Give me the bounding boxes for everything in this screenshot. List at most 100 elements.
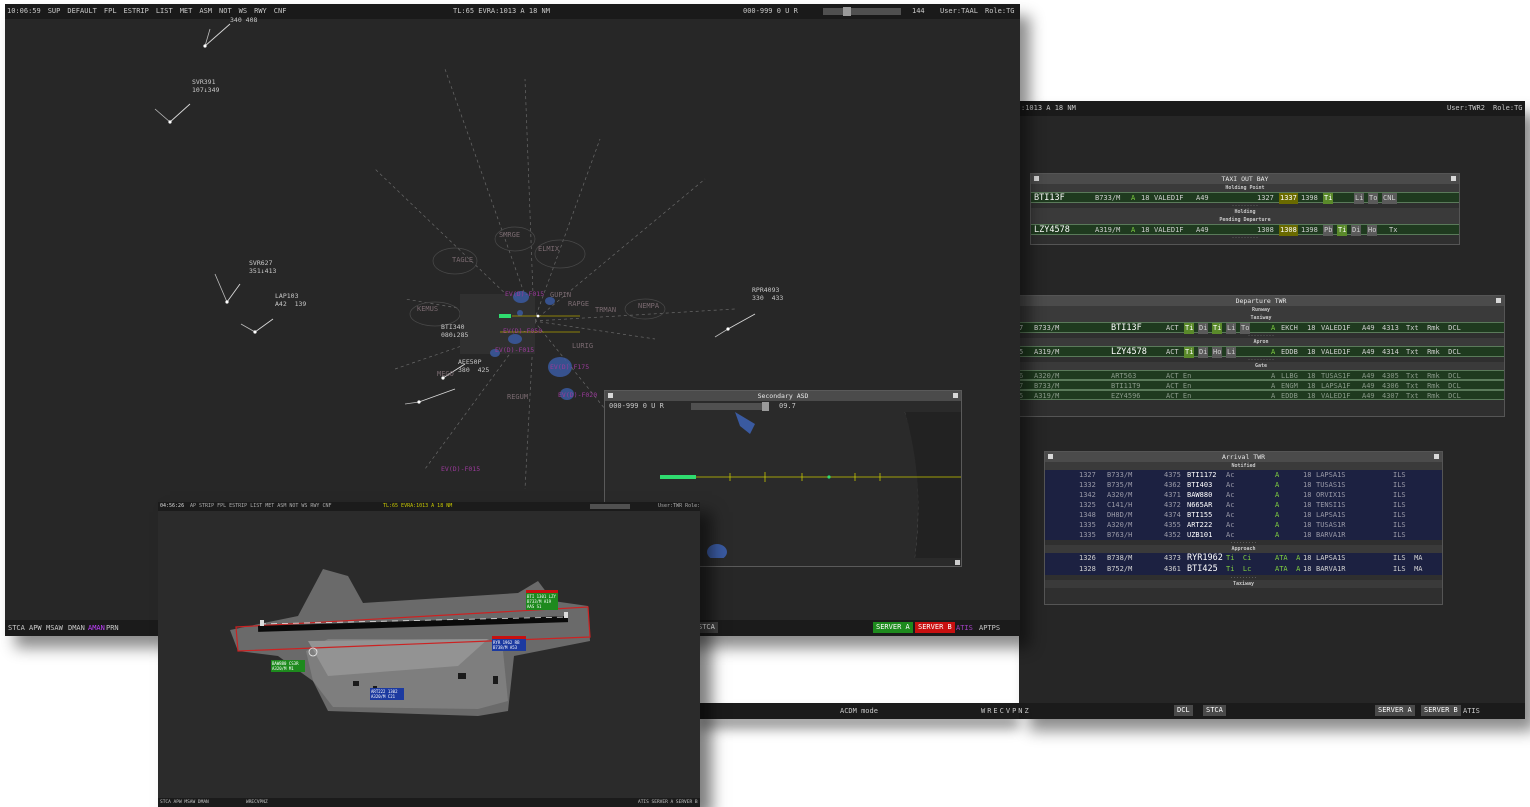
track-label[interactable]: LAP103 A42 139 xyxy=(275,292,306,308)
arrival-twr-header[interactable]: Arrival TWR xyxy=(1045,452,1442,462)
departure-twr-header[interactable]: Departure TWR xyxy=(1019,296,1504,306)
departure-row[interactable]: 7 B733/M BTI11T9 ACT En A ENGM 18 LAPSA1… xyxy=(1019,380,1504,390)
dman-label[interactable]: DMAN xyxy=(68,620,85,636)
aircraft-label-blue[interactable]: RYR 1962 RB B738/M A53 xyxy=(492,636,526,651)
msaw-label[interactable]: MSAW xyxy=(46,620,63,636)
callsign[interactable]: BTI155 xyxy=(1187,510,1212,520)
departure-row[interactable]: 7 B733/M BTI13F ACT Ti Di Ti Li To A EKC… xyxy=(1019,322,1504,334)
track-label[interactable]: BTI340 080↓285 xyxy=(441,323,468,339)
chip[interactable]: Tx xyxy=(1389,225,1397,236)
menu-estrip[interactable]: ESTRIP xyxy=(124,7,149,15)
menu-ws[interactable]: WS xyxy=(239,7,247,15)
arrival-row[interactable]: 1325 C141/H 4372 N665AR Ac A 18 TENSI1S ILS xyxy=(1045,500,1442,510)
panel-close-icon[interactable] xyxy=(1451,176,1456,181)
chip[interactable]: Di xyxy=(1198,347,1209,358)
status[interactable]: Ac xyxy=(1226,500,1234,510)
departure-row[interactable]: 5 A319/M EZY4596 ACT En A EDDB 18 VALED1… xyxy=(1019,390,1504,400)
arrival-row[interactable]: 1332 B735/M 4362 BTI403 Ac A 18 TUSAS1S ILS xyxy=(1045,480,1442,490)
callsign[interactable]: ART222 xyxy=(1187,520,1212,530)
server-b-button[interactable]: SERVER B xyxy=(1421,705,1461,716)
status[interactable]: Ti Lc xyxy=(1226,564,1251,575)
chip[interactable]: Pb xyxy=(1323,225,1334,236)
callsign[interactable]: UZB101 xyxy=(1187,530,1212,540)
departure-row[interactable]: 5 A319/M LZY4578 ACT Ti Di Ho Li A EDDB … xyxy=(1019,346,1504,358)
departure-row[interactable]: 6 A320/M ART563 ACT En A LLBG 18 TUSAS1F… xyxy=(1019,370,1504,380)
callsign[interactable]: BTI13F xyxy=(1034,193,1065,204)
taxi-out-bay-header[interactable]: TAXI OUT BAY xyxy=(1031,174,1459,184)
chip[interactable]: Di xyxy=(1198,323,1209,334)
callsign[interactable]: BTI1172 xyxy=(1187,470,1217,480)
chip[interactable]: Ti xyxy=(1184,323,1195,334)
track-label[interactable]: RPR4093 330 433 xyxy=(752,286,783,302)
apw-label[interactable]: APW xyxy=(29,620,42,636)
callsign[interactable]: BTI403 xyxy=(1187,480,1212,490)
callsign[interactable]: LZY4578 xyxy=(1034,225,1070,236)
arrival-row[interactable]: 1348 DH8D/M 4374 BTI155 Ac A 18 LAPSA1S ILS xyxy=(1045,510,1442,520)
menu-rwy[interactable]: RWY xyxy=(254,7,267,15)
menu-default[interactable]: DEFAULT xyxy=(67,7,97,15)
secondary-alt-filter[interactable]: 000-999 0 U R xyxy=(609,401,664,412)
panel-menu-icon[interactable] xyxy=(1048,454,1053,459)
panel-close-icon[interactable] xyxy=(1496,298,1501,303)
airport-bottom-left[interactable]: STCA APW MSAW DMAN xyxy=(160,798,209,807)
status[interactable]: Ac xyxy=(1226,470,1234,480)
airport-bottom-right[interactable]: ATIS SERVER A SERVER B xyxy=(638,798,698,807)
track-label[interactable]: SVR391 107↓349 xyxy=(192,78,219,94)
arrival-row[interactable]: 1335 B763/H 4352 UZB101 Ac A 18 BARVA1R ILS xyxy=(1045,530,1442,540)
time-2[interactable]: 1308 xyxy=(1279,225,1298,236)
server-a-button[interactable]: SERVER A xyxy=(873,622,913,633)
callsign[interactable]: LZY4578 xyxy=(1111,347,1147,358)
txt-rmk-dcl[interactable]: Txt Rmk DCL xyxy=(1406,323,1461,334)
dcl-button[interactable]: DCL xyxy=(1174,705,1193,716)
chip[interactable]: To xyxy=(1368,193,1379,204)
panel-close-icon[interactable] xyxy=(1434,454,1439,459)
chip[interactable]: Li xyxy=(1354,193,1365,204)
secondary-range-handle[interactable] xyxy=(762,402,769,411)
server-a-button[interactable]: SERVER A xyxy=(1375,705,1415,716)
aptps-label[interactable]: APTPS xyxy=(979,620,1000,636)
callsign[interactable]: BTI425 xyxy=(1187,564,1218,575)
chip[interactable]: Ho xyxy=(1367,225,1378,236)
menu-sup[interactable]: SUP xyxy=(48,7,61,15)
chip[interactable]: Li xyxy=(1226,323,1237,334)
status[interactable]: Ac xyxy=(1226,520,1234,530)
chip[interactable]: Ho xyxy=(1212,347,1223,358)
aircraft-label-green[interactable]: BTI 1301 LZY B733/M A19 AAS S1 xyxy=(526,590,558,610)
status[interactable]: Ac xyxy=(1226,480,1234,490)
secondary-range-slider[interactable] xyxy=(691,403,769,410)
txt-rmk-dcl[interactable]: Txt Rmk DCL xyxy=(1406,347,1461,358)
chip[interactable]: To xyxy=(1240,323,1251,334)
airport-menu[interactable]: AP STRIP FPL ESTRIP LIST MET ASM NOT WS … xyxy=(190,502,331,511)
window-close-icon[interactable] xyxy=(953,393,958,398)
chip[interactable]: Ti xyxy=(1323,193,1334,204)
menu-not[interactable]: NOT xyxy=(219,7,232,15)
callsign[interactable]: EZY4596 xyxy=(1111,391,1141,401)
stca-label[interactable]: STCA xyxy=(8,620,25,636)
chip[interactable]: Di xyxy=(1351,225,1362,236)
arrival-row[interactable]: 1327 B733/M 4375 BTI1172 Ac A 18 LAPSA1S ILS xyxy=(1045,470,1442,480)
panel-menu-icon[interactable] xyxy=(1034,176,1039,181)
track-label[interactable]: SVR627 351↓413 xyxy=(249,259,276,275)
menu-list[interactable]: LIST xyxy=(156,7,173,15)
alt-filter[interactable]: 000-999 0 U R xyxy=(743,4,798,19)
aircraft-label-green[interactable]: BAW880 CS3R A320/M M1 xyxy=(271,660,305,672)
aman-label[interactable]: AMAN xyxy=(88,620,105,636)
aircraft-label-blue[interactable]: ART222 1302 A320/M C21 xyxy=(370,688,404,700)
time-2[interactable]: 1337 xyxy=(1279,193,1298,204)
track-label[interactable]: AEE50P 380 425 xyxy=(458,358,489,374)
menu-met[interactable]: MET xyxy=(180,7,193,15)
airport-map[interactable] xyxy=(158,511,700,794)
chip[interactable]: Ti xyxy=(1184,347,1195,358)
callsign[interactable]: RYR1962 xyxy=(1187,553,1223,564)
taxi-row[interactable]: BTI13F B733/M A 18 VALED1F A49 1327 1337… xyxy=(1031,192,1459,204)
prn-label[interactable]: PRN xyxy=(106,620,119,636)
menu-fpl[interactable]: FPL xyxy=(104,7,117,15)
range-slider-handle[interactable] xyxy=(843,7,851,16)
arrival-row[interactable]: 1328 B752/M 4361 BTI425 Ti Lc ATA A 18 BARVA1R I… xyxy=(1045,564,1442,575)
cnl-chip[interactable]: CNL xyxy=(1382,193,1397,204)
callsign[interactable]: BAW880 xyxy=(1187,490,1212,500)
airport-range-slider[interactable] xyxy=(590,504,630,509)
chip[interactable]: Ti xyxy=(1212,323,1223,334)
track-label[interactable]: 340 408 xyxy=(230,16,257,24)
txt-rmk-dcl[interactable]: Txt Rmk DCL xyxy=(1406,391,1461,401)
